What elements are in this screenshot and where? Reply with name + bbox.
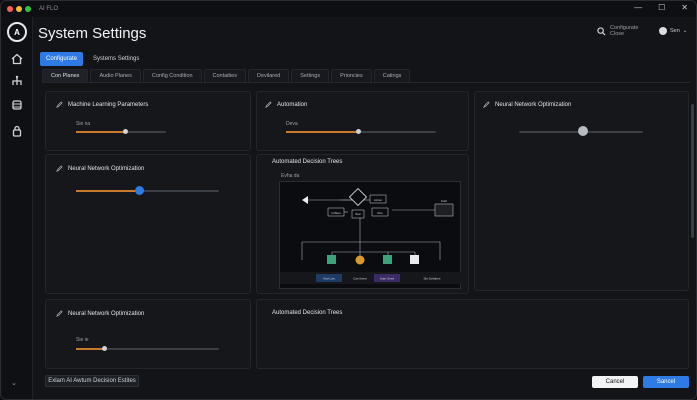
app-logo-icon: A	[7, 22, 27, 42]
ml-slider-track[interactable]	[76, 131, 166, 133]
subtab-con-planes[interactable]: Con Planes	[42, 69, 89, 82]
node-kuhl[interactable]	[434, 203, 454, 217]
panel-title-text: Automation	[277, 101, 308, 108]
chevron-down-icon: ⌄	[682, 28, 688, 34]
panel-title-text: Neural Network Optimization	[68, 165, 145, 172]
decision-tree-diagram[interactable]: Action IniSket Star Kbs Kuhl Add Low Can…	[279, 181, 462, 289]
save-button[interactable]: Sancel	[643, 376, 689, 388]
maximize-dot-icon[interactable]	[25, 6, 31, 12]
slider-fill	[76, 131, 126, 133]
automation-slider-track[interactable]	[286, 131, 436, 133]
tab-configurate[interactable]: Configurate	[40, 52, 84, 66]
sub-tabs: Con Planes Audio Planes Config Condition…	[42, 69, 690, 83]
edit-icon[interactable]	[56, 101, 63, 108]
collapse-chevron-icon[interactable]: ⌄	[11, 379, 17, 387]
subtab-devilared[interactable]: Devilared	[248, 69, 290, 82]
panel-title-text: Neural Network Optimization	[68, 310, 145, 317]
left-rail: A ⌄	[1, 17, 33, 399]
minimize-dot-icon[interactable]	[16, 6, 22, 12]
slider-label: Sie ie	[76, 337, 89, 343]
title-bar: AI FLO — ☐ ✕	[1, 1, 696, 17]
close-icon[interactable]: ✕	[681, 3, 688, 12]
node-white[interactable]	[410, 255, 419, 264]
network-icon[interactable]	[11, 75, 23, 87]
slider-fill	[76, 348, 105, 350]
nn-bottom-slider-knob[interactable]	[102, 346, 107, 351]
subtab-settings[interactable]: Settings	[291, 69, 330, 82]
panel-title-nn-right: Neural Network Optimization	[483, 101, 571, 108]
slider-label: Sie na	[76, 121, 91, 127]
subtab-audio-planes[interactable]: Audio Planes	[90, 69, 141, 82]
panel-nn-optimization-mid	[45, 154, 251, 294]
panel-title-nn-bottom: Neural Network Optimization	[56, 310, 144, 317]
close-dot-icon[interactable]	[7, 6, 13, 12]
node-start-label: Star	[355, 212, 361, 216]
node-green[interactable]	[327, 255, 336, 264]
toolbar-label: Start Seed	[380, 277, 395, 281]
nn-bottom-slider-track[interactable]	[76, 348, 219, 350]
search-area[interactable]: Configurate Close	[597, 25, 644, 37]
nn-mid-slider-knob[interactable]	[135, 186, 144, 195]
page-title: System Settings	[38, 25, 147, 42]
nn-right-slider-knob[interactable]	[578, 126, 588, 136]
lock-icon[interactable]	[11, 125, 23, 137]
window-controls-traffic	[7, 6, 31, 12]
subtab-catings[interactable]: Catings	[373, 69, 411, 82]
node-kbs-label: Kbs	[377, 211, 383, 215]
edit-icon[interactable]	[56, 310, 63, 317]
node-kuhl-label: Kuhl	[441, 199, 447, 203]
scrollbar[interactable]	[691, 104, 694, 238]
panel-title-decision-trees: Automated Decision Trees	[272, 159, 343, 165]
home-icon[interactable]	[11, 53, 23, 65]
search-text[interactable]: Configurate Close	[610, 25, 644, 37]
app-window: AI FLO — ☐ ✕ A ⌄ System Settings Configu…	[0, 0, 697, 400]
decision-node[interactable]	[348, 187, 368, 207]
node-green-2[interactable]	[383, 255, 392, 264]
edit-icon[interactable]	[265, 101, 272, 108]
edit-icon[interactable]	[56, 165, 63, 172]
subtab-contaities[interactable]: Contaities	[203, 69, 246, 82]
node-init-label: IniSket	[331, 211, 340, 215]
arrow-icon	[302, 196, 308, 204]
panel-title-nn-mid: Neural Network Optimization	[56, 165, 144, 172]
panel-title-text: Machine Learning Parameters	[68, 101, 149, 108]
decision-tree-svg: Action IniSket Star Kbs Kuhl Add Low Can…	[280, 187, 462, 284]
user-label: Sen	[670, 28, 680, 34]
panel-title-text: Neural Network Optimization	[495, 101, 572, 108]
edit-icon[interactable]	[483, 101, 490, 108]
panel-title-automation: Automation	[265, 101, 307, 108]
subtab-config-condition[interactable]: Config Condition	[142, 69, 202, 82]
panel-title-ml: Machine Learning Parameters	[56, 101, 148, 108]
slider-fill	[286, 131, 360, 133]
cancel-button[interactable]: Cancel	[592, 376, 638, 388]
node-action-label: Action	[374, 198, 383, 202]
database-icon[interactable]	[11, 99, 23, 111]
toolbar-label[interactable]: Sla Soltabee	[423, 277, 440, 281]
slider-label: Deva	[286, 121, 298, 127]
tab-systems-settings[interactable]: Systems Settings	[87, 52, 145, 66]
restore-icon[interactable]: ☐	[658, 3, 665, 12]
nn-mid-slider-track[interactable]	[76, 190, 219, 192]
search-icon[interactable]	[597, 26, 606, 36]
minimize-icon[interactable]: —	[634, 3, 642, 12]
diagram-subtitle: Evha da	[281, 173, 300, 179]
explain-decision-button[interactable]: Exlam AI Awtum Decision Estites	[45, 375, 139, 387]
automation-slider-knob[interactable]	[356, 129, 361, 134]
toolbar-label[interactable]: Can thens	[353, 277, 367, 281]
top-tabs: Configurate Systems Settings	[40, 52, 145, 66]
window-buttons: — ☐ ✕	[634, 3, 688, 12]
app-title: AI FLO	[39, 6, 59, 12]
ml-slider-knob[interactable]	[123, 129, 128, 134]
subtab-prioncies[interactable]: Prioncies	[331, 69, 372, 82]
user-menu[interactable]: Sen ⌄	[659, 27, 687, 35]
panel-nn-optimization-right	[474, 91, 689, 291]
node-orange[interactable]	[355, 255, 365, 265]
panel-title-decision-trees-bottom: Automated Decision Trees	[272, 310, 343, 316]
slider-fill	[76, 190, 138, 192]
avatar[interactable]	[659, 27, 667, 35]
toolbar-label: Add Low	[323, 277, 336, 281]
